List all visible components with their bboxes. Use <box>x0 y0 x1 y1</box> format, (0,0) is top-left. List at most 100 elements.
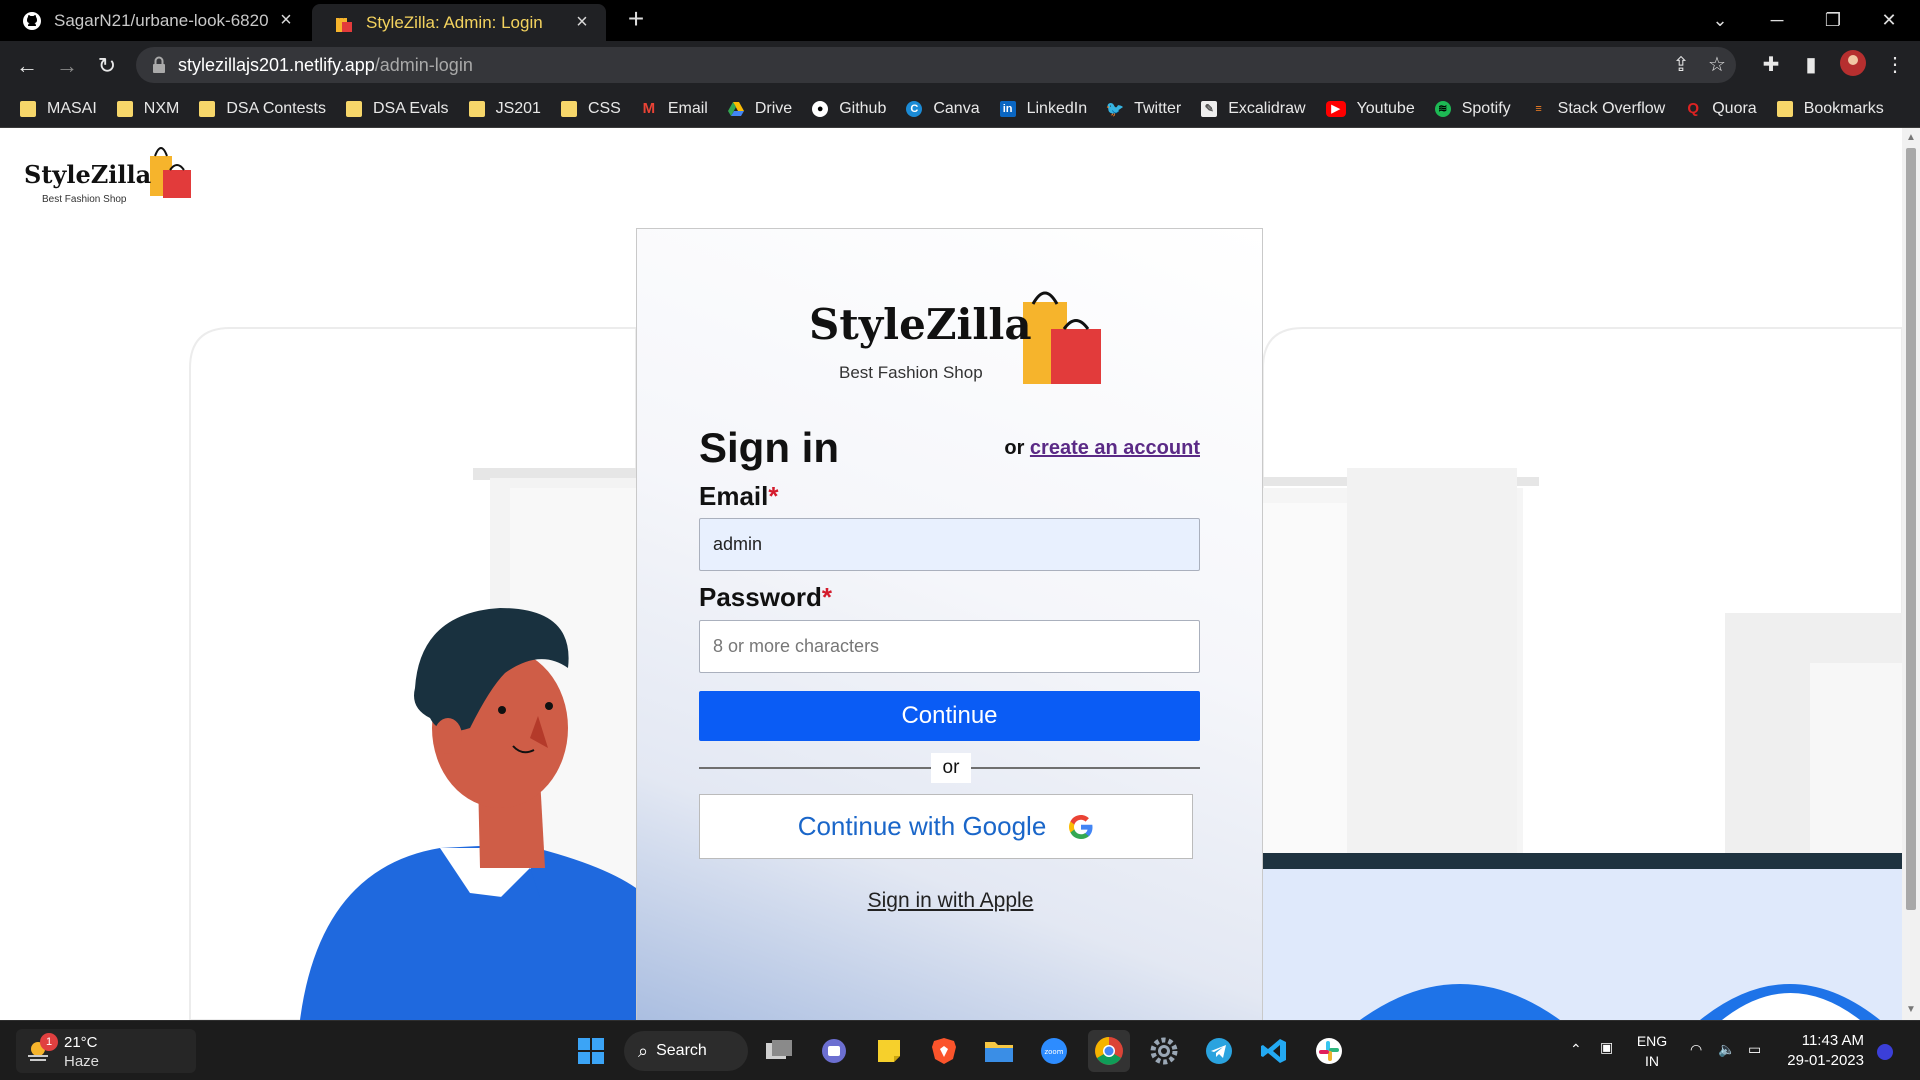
wifi-icon[interactable]: ◠ <box>1690 1041 1702 1080</box>
gmail-icon: M <box>642 100 656 117</box>
tray-app-icon[interactable]: ▣ <box>1600 1039 1613 1080</box>
bookmark-canva[interactable]: C Canva <box>906 100 980 118</box>
sign-in-with-apple-link[interactable]: Sign in with Apple <box>637 889 1264 913</box>
close-window-icon[interactable]: ✕ <box>1874 6 1904 34</box>
scroll-up-icon[interactable]: ▲ <box>1905 132 1917 144</box>
password-field[interactable] <box>699 620 1200 673</box>
side-panel-icon[interactable]: ▮ <box>1796 50 1826 80</box>
folder-icon <box>468 100 485 117</box>
share-icon[interactable]: ⇪ <box>1666 50 1696 80</box>
telegram-icon[interactable] <box>1198 1030 1240 1072</box>
minimize-icon[interactable]: ─ <box>1762 6 1792 34</box>
scroll-down-icon[interactable]: ▼ <box>1905 1004 1917 1016</box>
bookmark-excalidraw[interactable]: ✎ Excalidraw <box>1201 100 1306 118</box>
youtube-icon: ▶ <box>1325 100 1346 117</box>
sticky-notes-icon[interactable] <box>868 1030 910 1072</box>
card-tagline: Best Fashion Shop <box>839 363 983 382</box>
bookmark-masai[interactable]: MASAI <box>20 100 97 118</box>
vscode-icon[interactable] <box>1253 1030 1295 1072</box>
divider-or-text: or <box>931 753 971 783</box>
site-logo[interactable]: StyleZilla Best Fashion Shop <box>24 138 209 209</box>
tab-search-icon[interactable]: ⌄ <box>1705 6 1735 34</box>
show-hidden-icons-icon[interactable]: ⌃ <box>1570 1041 1582 1080</box>
extensions-icon[interactable]: ✚ <box>1756 50 1786 80</box>
bookmark-quora[interactable]: Q Quora <box>1685 100 1756 118</box>
google-icon <box>1069 814 1093 839</box>
svg-text:zoom: zoom <box>1044 1048 1063 1056</box>
brave-browser-icon[interactable] <box>923 1030 965 1072</box>
bookmark-github[interactable]: ● Github <box>812 100 886 118</box>
bookmark-stack-overflow[interactable]: ≡ Stack Overflow <box>1531 100 1665 118</box>
login-card: StyleZilla Best Fashion Shop Sign in or … <box>636 228 1263 1020</box>
bookmark-youtube[interactable]: ▶ Youtube <box>1325 100 1415 118</box>
bookmarks-bar: MASAI NXM DSA Contests DSA Evals JS201 C… <box>0 90 1920 128</box>
search-icon: ⌕ <box>638 1040 649 1061</box>
tab-github[interactable]: SagarN21/urbane-look-6820 × <box>0 0 310 41</box>
tab-title: StyleZilla: Admin: Login <box>366 12 543 32</box>
create-account-prompt: or create an account <box>1004 437 1200 459</box>
menu-icon[interactable]: ⋮ <box>1880 50 1910 80</box>
system-clock[interactable]: 11:43 AM 29-01-2023 <box>1780 1031 1864 1071</box>
back-icon[interactable]: ← <box>12 51 42 81</box>
reload-icon[interactable]: ↻ <box>92 51 122 81</box>
address-bar[interactable]: stylezillajs201.netlify.app/admin-login … <box>136 47 1736 83</box>
bookmark-dsa-evals[interactable]: DSA Evals <box>345 100 449 118</box>
new-tab-button[interactable]: + <box>622 5 650 34</box>
bookmark-linkedin[interactable]: in LinkedIn <box>999 100 1087 118</box>
notification-icon[interactable] <box>1876 1043 1894 1080</box>
continue-button[interactable]: Continue <box>699 691 1200 741</box>
bookmark-drive[interactable]: Drive <box>727 100 792 118</box>
teams-chat-icon[interactable] <box>813 1030 855 1072</box>
excalidraw-icon: ✎ <box>1201 100 1218 117</box>
close-tab-icon[interactable]: × <box>572 12 592 32</box>
url-text: stylezillajs201.netlify.app/admin-login <box>178 55 473 75</box>
weather-widget[interactable]: 1 21°C Haze <box>16 1029 196 1073</box>
zoom-icon[interactable]: zoom <box>1033 1030 1075 1072</box>
page-scrollbar[interactable]: ▲ ▼ <box>1902 128 1920 1020</box>
folder-icon <box>199 100 216 117</box>
bookmark-star-icon[interactable]: ☆ <box>1702 50 1732 80</box>
password-label: Password* <box>699 582 832 612</box>
slack-icon[interactable] <box>1308 1030 1350 1072</box>
bookmark-css[interactable]: CSS <box>560 100 621 118</box>
twitter-icon: 🐦 <box>1105 100 1125 118</box>
create-account-link[interactable]: create an account <box>1030 437 1200 459</box>
shopping-bag-icon <box>334 13 354 33</box>
tab-stylezilla[interactable]: StyleZilla: Admin: Login × <box>312 4 606 41</box>
email-field[interactable] <box>699 518 1200 571</box>
scroll-thumb[interactable] <box>1906 148 1916 910</box>
bookmark-twitter[interactable]: 🐦 Twitter <box>1105 100 1181 118</box>
weather-temperature: 21°C <box>64 1034 98 1051</box>
profile-avatar[interactable] <box>1838 50 1868 80</box>
folder-icon <box>560 100 577 117</box>
bookmark-email[interactable]: M Email <box>641 100 708 118</box>
continue-with-google-button[interactable]: Continue with Google <box>699 794 1193 859</box>
task-view-icon[interactable] <box>758 1030 800 1072</box>
taskbar-search[interactable]: ⌕ Search <box>624 1031 748 1071</box>
settings-gear-icon[interactable] <box>1143 1030 1185 1072</box>
weather-badge: 1 <box>40 1033 58 1051</box>
bookmark-spotify[interactable]: ≋ Spotify <box>1434 100 1511 118</box>
close-tab-icon[interactable]: × <box>276 10 296 30</box>
github-icon <box>22 11 42 31</box>
windows-taskbar: 1 21°C Haze ⌕ Search zoom ⌃ ▣ ENG IN ◠ 🔈… <box>0 1020 1920 1080</box>
quora-icon: Q <box>1687 100 1700 117</box>
page-content: StyleZilla Best Fashion Shop StyleZilla … <box>0 128 1902 1020</box>
restore-icon[interactable]: ❐ <box>1818 6 1848 34</box>
battery-icon[interactable]: ▭ <box>1748 1041 1761 1080</box>
spotify-icon: ≋ <box>1434 100 1451 117</box>
chrome-icon[interactable] <box>1088 1030 1130 1072</box>
bookmark-nxm[interactable]: NXM <box>116 100 179 118</box>
drive-icon <box>727 101 744 117</box>
card-brand: StyleZilla <box>809 300 1032 349</box>
forward-icon[interactable]: → <box>52 51 82 81</box>
volume-icon[interactable]: 🔈 <box>1718 1041 1735 1080</box>
windows-start-icon[interactable] <box>570 1030 612 1072</box>
bookmark-dsa-contests[interactable]: DSA Contests <box>199 100 326 118</box>
file-explorer-icon[interactable] <box>978 1030 1020 1072</box>
bookmark-folder-bookmarks[interactable]: Bookmarks <box>1776 100 1884 118</box>
sign-in-title: Sign in <box>699 424 839 471</box>
input-language[interactable]: ENG IN <box>1632 1031 1672 1071</box>
bookmark-js201[interactable]: JS201 <box>468 100 541 118</box>
email-label: Email* <box>699 481 779 511</box>
